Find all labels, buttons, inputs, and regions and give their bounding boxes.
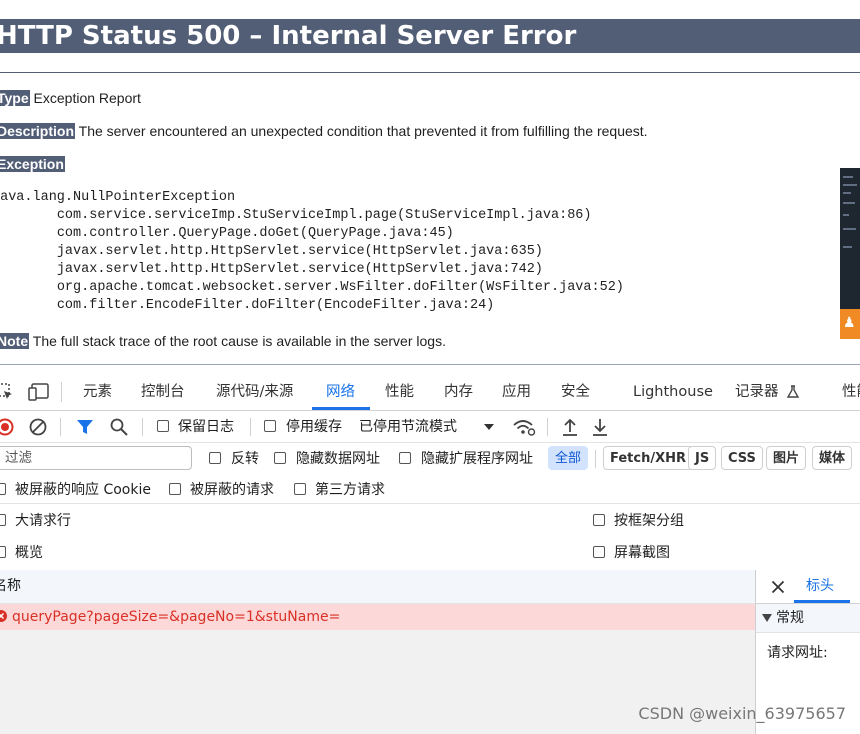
import-har-icon[interactable] bbox=[561, 417, 579, 437]
inspect-element-icon[interactable] bbox=[0, 383, 14, 401]
filter-bar: 反转 隐藏数据网址 隐藏扩展程序网址 全部 Fetch/XHR JS CSS 图… bbox=[0, 443, 860, 475]
overview-label: 概览 bbox=[15, 545, 43, 561]
experiment-flask-icon bbox=[786, 385, 800, 398]
stack-trace: java.lang.NullPointerException com.servi… bbox=[0, 190, 624, 313]
tab-performance[interactable]: 性能 bbox=[385, 374, 414, 410]
network-conditions-wifi-icon[interactable] bbox=[512, 417, 536, 437]
tab-recorder-label: 记录器 bbox=[735, 384, 779, 400]
device-toolbar-icon[interactable] bbox=[28, 383, 50, 401]
page-title: HTTP Status 500 – Internal Server Error bbox=[0, 19, 860, 53]
invert-checkbox[interactable] bbox=[209, 452, 221, 464]
close-icon[interactable] bbox=[771, 580, 785, 594]
note-row: Note The full stack trace of the root ca… bbox=[0, 331, 446, 351]
record-stop-icon[interactable] bbox=[0, 418, 14, 436]
hide-data-urls-label: 隐藏数据网址 bbox=[296, 451, 380, 467]
overview-checkbox[interactable] bbox=[0, 546, 6, 558]
tab-console[interactable]: 控制台 bbox=[141, 374, 185, 410]
blocked-requests-label: 被屏蔽的请求 bbox=[190, 482, 274, 498]
general-section-header[interactable]: 常规 bbox=[756, 604, 860, 633]
tab-lighthouse[interactable]: Lighthouse bbox=[633, 374, 713, 410]
type-label: Type bbox=[0, 90, 30, 106]
type-value: Exception Report bbox=[33, 90, 141, 106]
blocked-requests-checkbox[interactable] bbox=[169, 483, 181, 495]
blocked-options-row: 被屏蔽的响应 Cookie 被屏蔽的请求 第三方请求 bbox=[0, 475, 860, 504]
hide-extension-urls-checkbox[interactable] bbox=[399, 452, 411, 464]
devtools-panel: 元素 控制台 源代码/来源 网络 性能 内存 应用 安全 Lighthouse … bbox=[0, 374, 860, 734]
tab-sources[interactable]: 源代码/来源 bbox=[216, 374, 293, 410]
big-request-rows-checkbox[interactable] bbox=[0, 514, 6, 526]
table-row[interactable]: queryPage?pageSize=&pageNo=1&stuName= bbox=[0, 604, 755, 630]
name-column-header[interactable]: 名称 bbox=[0, 577, 21, 595]
footer-divider bbox=[0, 364, 860, 365]
request-name: queryPage?pageSize=&pageNo=1&stuName= bbox=[12, 609, 341, 625]
preserve-log-checkbox[interactable] bbox=[157, 420, 169, 432]
exception-row: Exception bbox=[0, 154, 65, 174]
details-tab-bar: 标头 bbox=[756, 570, 860, 604]
active-tab-indicator bbox=[312, 407, 370, 410]
request-url-label: 请求网址: bbox=[767, 645, 828, 661]
type-filter-images[interactable]: 图片 bbox=[766, 446, 807, 470]
disable-cache-checkbox[interactable] bbox=[264, 420, 276, 432]
filter-input[interactable] bbox=[0, 446, 192, 470]
hide-extension-urls-label: 隐藏扩展程序网址 bbox=[421, 451, 533, 467]
tab-application[interactable]: 应用 bbox=[502, 374, 531, 410]
watermark: CSDN @weixin_63975657 bbox=[638, 704, 846, 723]
tab-recorder[interactable]: 记录器 bbox=[735, 374, 800, 410]
hide-data-urls-checkbox[interactable] bbox=[274, 452, 286, 464]
type-filter-all[interactable]: 全部 bbox=[548, 446, 589, 470]
disable-cache-label: 停用缓存 bbox=[286, 419, 342, 435]
tab-performance-insights[interactable]: 性能 bbox=[842, 374, 860, 410]
requests-table-header: 名称 bbox=[0, 570, 755, 604]
third-party-label: 第三方请求 bbox=[315, 482, 385, 498]
details-active-tab-indicator bbox=[794, 600, 850, 603]
description-row: Description The server encountered an un… bbox=[0, 121, 648, 141]
exception-label: Exception bbox=[0, 156, 65, 172]
note-value: The full stack trace of the root cause i… bbox=[32, 333, 446, 349]
search-icon[interactable] bbox=[110, 418, 128, 436]
blocked-cookies-label: 被屏蔽的响应 Cookie bbox=[15, 482, 151, 498]
third-party-checkbox[interactable] bbox=[294, 483, 306, 495]
network-toolbar: 保留日志 停用缓存 已停用节流模式 bbox=[0, 411, 860, 443]
screenshots-checkbox[interactable] bbox=[593, 546, 605, 558]
clear-icon[interactable] bbox=[29, 418, 47, 436]
type-filter-media[interactable]: 媒体 bbox=[812, 446, 853, 470]
description-label: Description bbox=[0, 123, 76, 139]
preserve-log-label: 保留日志 bbox=[178, 419, 234, 435]
blocked-cookies-checkbox[interactable] bbox=[0, 483, 6, 495]
type-filter-js[interactable]: JS bbox=[688, 446, 717, 470]
devtools-tab-bar: 元素 控制台 源代码/来源 网络 性能 内存 应用 安全 Lighthouse … bbox=[0, 374, 860, 411]
group-by-frame-label: 按框架分组 bbox=[614, 513, 684, 529]
general-section-label: 常规 bbox=[776, 610, 804, 626]
tab-elements[interactable]: 元素 bbox=[83, 374, 112, 410]
type-filter-css[interactable]: CSS bbox=[721, 446, 763, 470]
tab-network[interactable]: 网络 bbox=[326, 374, 355, 410]
error-icon bbox=[0, 610, 7, 622]
group-by-frame-checkbox[interactable] bbox=[593, 514, 605, 526]
tab-headers[interactable]: 标头 bbox=[806, 577, 834, 595]
filter-icon[interactable] bbox=[76, 418, 94, 436]
type-row: Type Exception Report bbox=[0, 88, 141, 108]
side-window-thumbnail: ♟ bbox=[840, 168, 860, 339]
display-options: 大请求行 按框架分组 概览 屏幕截图 bbox=[0, 504, 860, 571]
throttling-select[interactable]: 已停用节流模式 bbox=[359, 418, 457, 436]
tab-security[interactable]: 安全 bbox=[561, 374, 590, 410]
screenshots-label: 屏幕截图 bbox=[614, 545, 670, 561]
title-divider bbox=[0, 72, 860, 73]
invert-label: 反转 bbox=[231, 451, 259, 467]
type-filter-fetch-xhr[interactable]: Fetch/XHR bbox=[603, 446, 694, 470]
tab-memory[interactable]: 内存 bbox=[444, 374, 473, 410]
export-har-icon[interactable] bbox=[591, 417, 609, 437]
dropdown-arrow-icon[interactable] bbox=[483, 422, 495, 432]
note-label: Note bbox=[0, 333, 30, 349]
description-value: The server encountered an unexpected con… bbox=[78, 123, 648, 139]
big-request-rows-label: 大请求行 bbox=[15, 513, 71, 529]
user-avatar-icon: ♟ bbox=[840, 309, 860, 339]
expand-triangle-icon bbox=[762, 614, 772, 622]
